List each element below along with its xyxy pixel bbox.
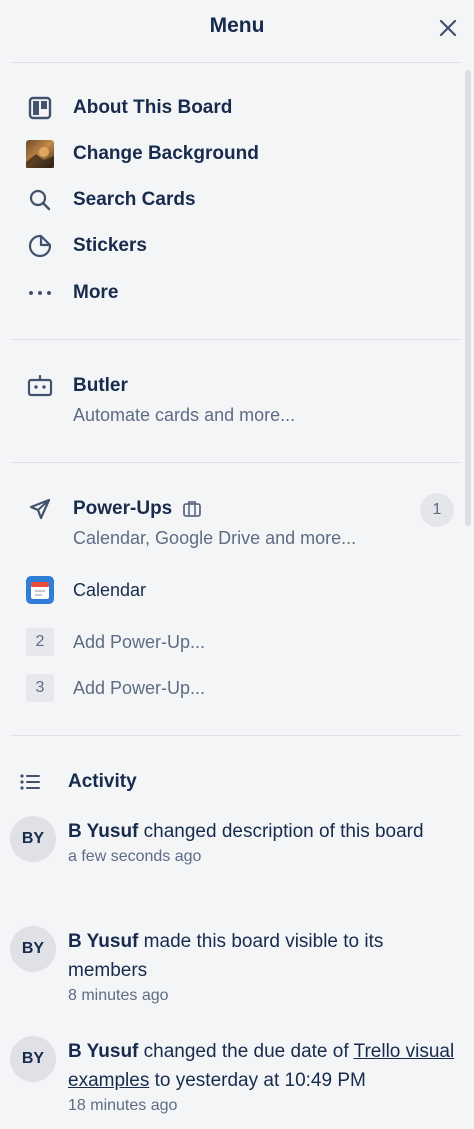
more-item[interactable]: More (20, 275, 460, 311)
activity-action: changed description of this board (138, 821, 424, 842)
close-icon (439, 19, 457, 37)
close-button[interactable] (434, 14, 462, 42)
about-board-label: About This Board (73, 97, 233, 118)
powerups-title: Power-Ups (73, 498, 173, 519)
activity-icon (10, 768, 50, 796)
change-background-item[interactable]: Change Background (20, 136, 460, 172)
calendar-powerup-item[interactable]: Calendar (20, 572, 460, 608)
activity-user[interactable]: B Yusuf (68, 821, 138, 842)
change-background-label: Change Background (73, 143, 259, 164)
calendar-icon (20, 576, 60, 604)
about-board-item[interactable]: About This Board (20, 90, 460, 126)
slot-number-3: 3 (20, 674, 60, 702)
more-label: More (73, 282, 119, 303)
powerups-item[interactable]: Power-Ups (20, 491, 460, 527)
rocket-icon (20, 495, 60, 523)
search-icon (20, 186, 60, 214)
more-icon (20, 279, 60, 307)
add-powerup-label: Add Power-Up... (73, 677, 206, 698)
sticker-icon (20, 232, 60, 260)
powerups-subtitle: Calendar, Google Drive and more... (73, 528, 357, 548)
stickers-label: Stickers (73, 235, 147, 256)
background-thumbnail (20, 140, 60, 168)
menu-title: Menu (209, 14, 265, 37)
activity-user[interactable]: B Yusuf (68, 931, 138, 952)
calendar-label: Calendar (73, 579, 147, 600)
search-cards-item[interactable]: Search Cards (20, 182, 460, 218)
stickers-item[interactable]: Stickers (20, 228, 460, 264)
activity-title: Activity (68, 771, 137, 792)
activity-action: to yesterday at 10:49 PM (149, 1070, 366, 1091)
activity-action: changed the due date of (138, 1041, 354, 1062)
activity-time[interactable]: a few seconds ago (68, 848, 460, 866)
search-cards-label: Search Cards (73, 189, 196, 210)
activity-header[interactable]: Activity (10, 764, 450, 800)
butler-title: Butler (73, 375, 128, 396)
slot-number-box: 3 (26, 674, 54, 702)
butler-subtitle: Automate cards and more... (73, 405, 296, 425)
powerups-count-badge: 1 (420, 493, 454, 527)
butler-divider (10, 462, 462, 463)
scrollbar[interactable] (465, 70, 471, 526)
add-powerup-slot-2[interactable]: 2 Add Power-Up... (20, 624, 460, 660)
avatar[interactable]: BY (10, 816, 56, 862)
menu-divider (10, 339, 462, 340)
activity-time[interactable]: 8 minutes ago (68, 987, 460, 1005)
activity-entry: B Yusuf made this board visible to its m… (68, 927, 460, 1005)
avatar[interactable]: BY (10, 1036, 56, 1082)
activity-entry-text: B Yusuf made this board visible to its m… (68, 927, 460, 985)
activity-time[interactable]: 18 minutes ago (68, 1097, 460, 1115)
header-divider (10, 62, 462, 63)
menu-header: Menu (0, 0, 474, 58)
slot-number-2: 2 (20, 628, 60, 656)
activity-entry-text: B Yusuf changed description of this boar… (68, 817, 460, 846)
board-icon (20, 94, 60, 122)
activity-entry: B Yusuf changed description of this boar… (68, 817, 460, 866)
activity-user[interactable]: B Yusuf (68, 1041, 138, 1062)
add-powerup-slot-3[interactable]: 3 Add Power-Up... (20, 670, 460, 706)
activity-entry: B Yusuf changed the due date of Trello v… (68, 1037, 460, 1115)
activity-entry-text: B Yusuf changed the due date of Trello v… (68, 1037, 460, 1095)
avatar[interactable]: BY (10, 926, 56, 972)
slot-number-box: 2 (26, 628, 54, 656)
add-powerup-label: Add Power-Up... (73, 631, 206, 652)
powerups-divider (10, 735, 462, 736)
robot-icon (20, 372, 60, 400)
briefcase-icon (182, 500, 202, 518)
butler-item[interactable]: Butler (20, 368, 460, 404)
